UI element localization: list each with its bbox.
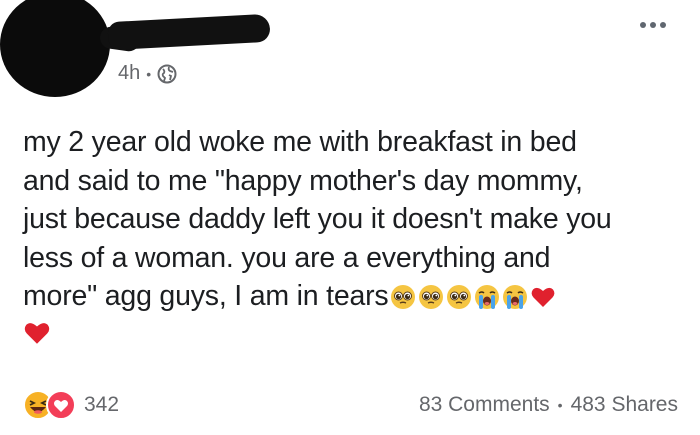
post-text-line: less of a woman. you are a everything an… xyxy=(23,241,551,274)
loudly-crying-face-icon xyxy=(503,285,528,309)
post-stats: 83 Comments • 483 Shares xyxy=(419,393,678,417)
more-dot xyxy=(650,22,656,28)
love-reaction-icon[interactable] xyxy=(46,390,76,420)
comments-count-link[interactable]: 83 Comments xyxy=(419,393,550,417)
red-heart-icon xyxy=(532,287,555,307)
post-text-line: more" agg guys, I am in tears xyxy=(23,280,389,312)
stats-separator: • xyxy=(557,397,563,413)
more-dot xyxy=(640,22,646,28)
author-name-redacted[interactable] xyxy=(107,13,271,51)
more-options-icon[interactable] xyxy=(640,22,666,28)
red-heart-icon xyxy=(24,322,50,344)
shares-count-link[interactable]: 483 Shares xyxy=(571,393,678,417)
footer-divider xyxy=(0,378,700,379)
emoji-row xyxy=(390,284,556,310)
reactions-summary[interactable]: 342 xyxy=(23,390,119,420)
post-timestamp[interactable]: 4h xyxy=(118,62,140,85)
pleading-face-icon xyxy=(447,285,472,309)
facebook-post: 4h • my 2 year old woke me with breakfas… xyxy=(0,0,700,435)
post-meta: 4h • xyxy=(118,62,177,85)
post-text-line: and said to me "happy mother's day mommy… xyxy=(23,164,583,197)
post-text-line: my 2 year old woke me with breakfast in … xyxy=(23,126,577,158)
pleading-face-icon xyxy=(419,285,444,309)
more-dot xyxy=(660,22,666,28)
avatar-redacted[interactable] xyxy=(0,0,110,97)
globe-icon[interactable] xyxy=(157,64,177,84)
emoji-row-second xyxy=(23,319,693,358)
pleading-face-icon xyxy=(391,285,416,309)
post-body: my 2 year old woke me with breakfast in … xyxy=(23,123,693,357)
loudly-crying-face-icon xyxy=(475,285,500,309)
reaction-count[interactable]: 342 xyxy=(84,393,119,417)
post-text-line: just because daddy left you it doesn't m… xyxy=(23,203,612,235)
meta-separator: • xyxy=(146,65,152,82)
